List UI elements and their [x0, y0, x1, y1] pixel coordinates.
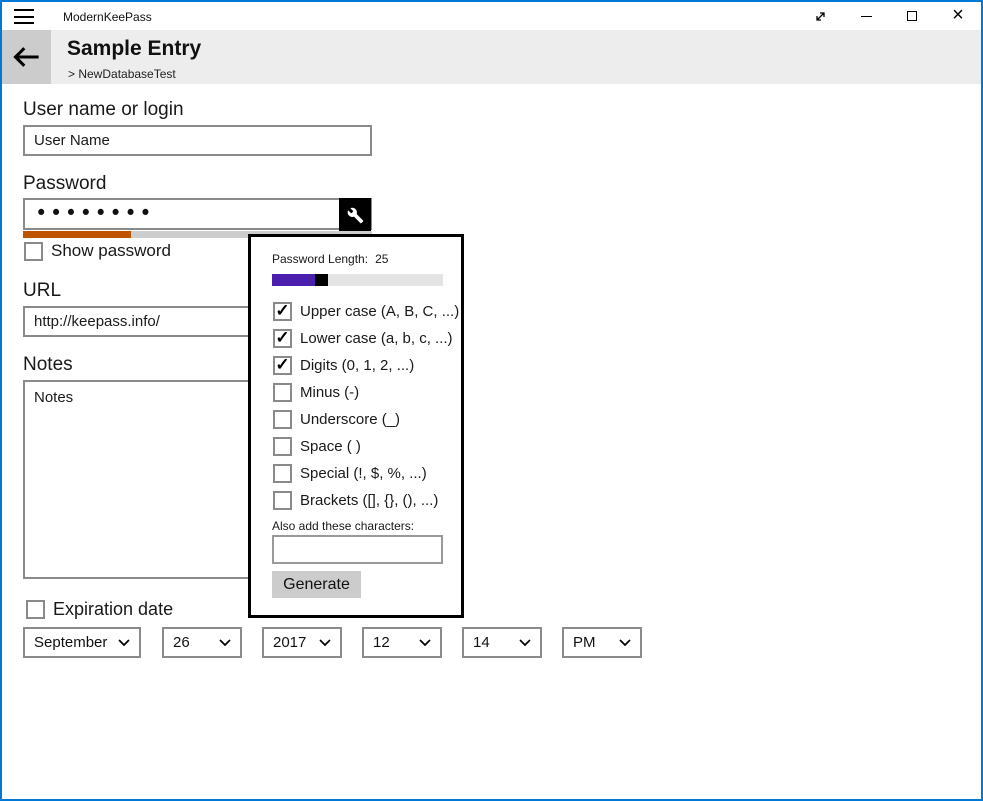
- chevron-down-icon: [118, 639, 130, 647]
- show-password-checkbox[interactable]: ✓: [24, 242, 43, 261]
- minute-dropdown[interactable]: 14: [462, 627, 542, 658]
- digits-checkbox[interactable]: ✓: [273, 356, 292, 375]
- option-underscore[interactable]: ✓ Underscore (_): [273, 407, 400, 431]
- password-strength-fill: [23, 231, 131, 238]
- page-header: Sample Entry > NewDatabaseTest: [2, 30, 981, 84]
- title-bar: ModernKeePass ×: [2, 2, 981, 30]
- also-add-characters-input[interactable]: [272, 535, 443, 564]
- breadcrumb: > NewDatabaseTest: [68, 67, 176, 81]
- show-password-label: Show password: [51, 241, 171, 261]
- chevron-down-icon: [619, 639, 631, 647]
- fullscreen-button[interactable]: [797, 2, 843, 30]
- hour-dropdown[interactable]: 12: [362, 627, 442, 658]
- password-length-row: Password Length: 25: [272, 252, 388, 266]
- checkmark-icon: ✓: [275, 302, 289, 319]
- password-label: Password: [23, 173, 106, 195]
- year-dropdown[interactable]: 2017: [262, 627, 342, 658]
- day-dropdown[interactable]: 26: [162, 627, 242, 658]
- checkmark-icon: ✓: [275, 329, 289, 346]
- option-special[interactable]: ✓ Special (!, $, %, ...): [273, 461, 427, 485]
- brackets-checkbox[interactable]: ✓: [273, 491, 292, 510]
- minimize-icon: [861, 16, 872, 17]
- close-button[interactable]: ×: [935, 2, 981, 30]
- option-upper-case[interactable]: ✓ Upper case (A, B, C, ...): [273, 299, 459, 323]
- password-length-value: 25: [375, 252, 388, 266]
- page-title: Sample Entry: [67, 37, 201, 61]
- checkmark-icon: ✓: [275, 356, 289, 373]
- generate-password-button[interactable]: [339, 198, 371, 232]
- chevron-down-icon: [419, 639, 431, 647]
- hamburger-icon: [14, 9, 34, 11]
- maximize-button[interactable]: [889, 2, 935, 30]
- close-icon: ×: [952, 5, 964, 25]
- password-generator-popup: Password Length: 25 ✓ Upper case (A, B, C…: [248, 234, 464, 618]
- minus-checkbox[interactable]: ✓: [273, 383, 292, 402]
- special-checkbox[interactable]: ✓: [273, 464, 292, 483]
- chevron-down-icon: [319, 639, 331, 647]
- username-input[interactable]: [23, 125, 372, 156]
- hamburger-menu-button[interactable]: [14, 9, 36, 24]
- maximize-icon: [907, 11, 917, 21]
- underscore-checkbox[interactable]: ✓: [273, 410, 292, 429]
- password-length-label: Password Length:: [272, 252, 368, 266]
- url-label: URL: [23, 280, 61, 302]
- expiration-checkbox[interactable]: ✓: [26, 600, 45, 619]
- password-length-slider[interactable]: [272, 274, 443, 286]
- ampm-dropdown[interactable]: PM: [562, 627, 642, 658]
- option-lower-case[interactable]: ✓ Lower case (a, b, c, ...): [273, 326, 453, 350]
- slider-fill: [272, 274, 315, 286]
- chevron-down-icon: [519, 639, 531, 647]
- username-label: User name or login: [23, 99, 184, 121]
- masked-password-value: ••••••••: [35, 201, 154, 225]
- expiration-row[interactable]: ✓ Expiration date: [26, 599, 173, 620]
- back-button[interactable]: [2, 30, 51, 84]
- option-minus[interactable]: ✓ Minus (-): [273, 380, 359, 404]
- lower-case-checkbox[interactable]: ✓: [273, 329, 292, 348]
- minimize-button[interactable]: [843, 2, 889, 30]
- diagonal-resize-icon: [813, 9, 828, 24]
- generate-button[interactable]: Generate: [272, 571, 361, 598]
- slider-thumb[interactable]: [315, 274, 328, 286]
- password-field[interactable]: ••••••••: [23, 198, 372, 230]
- also-add-characters-label: Also add these characters:: [272, 519, 414, 533]
- space-checkbox[interactable]: ✓: [273, 437, 292, 456]
- caption-buttons: ×: [797, 2, 981, 30]
- show-password-row[interactable]: ✓ Show password: [24, 241, 171, 261]
- option-digits[interactable]: ✓ Digits (0, 1, 2, ...): [273, 353, 414, 377]
- app-window: ModernKeePass × Sample Entry > NewDataba…: [0, 0, 983, 801]
- upper-case-checkbox[interactable]: ✓: [273, 302, 292, 321]
- app-title: ModernKeePass: [63, 10, 152, 24]
- option-brackets[interactable]: ✓ Brackets ([], {}, (), ...): [273, 488, 438, 512]
- back-arrow-icon: [13, 46, 40, 68]
- chevron-down-icon: [219, 639, 231, 647]
- notes-label: Notes: [23, 354, 73, 376]
- month-dropdown[interactable]: September: [23, 627, 141, 658]
- wrench-icon: [347, 207, 364, 224]
- expiration-label: Expiration date: [53, 599, 173, 620]
- option-space[interactable]: ✓ Space ( ): [273, 434, 361, 458]
